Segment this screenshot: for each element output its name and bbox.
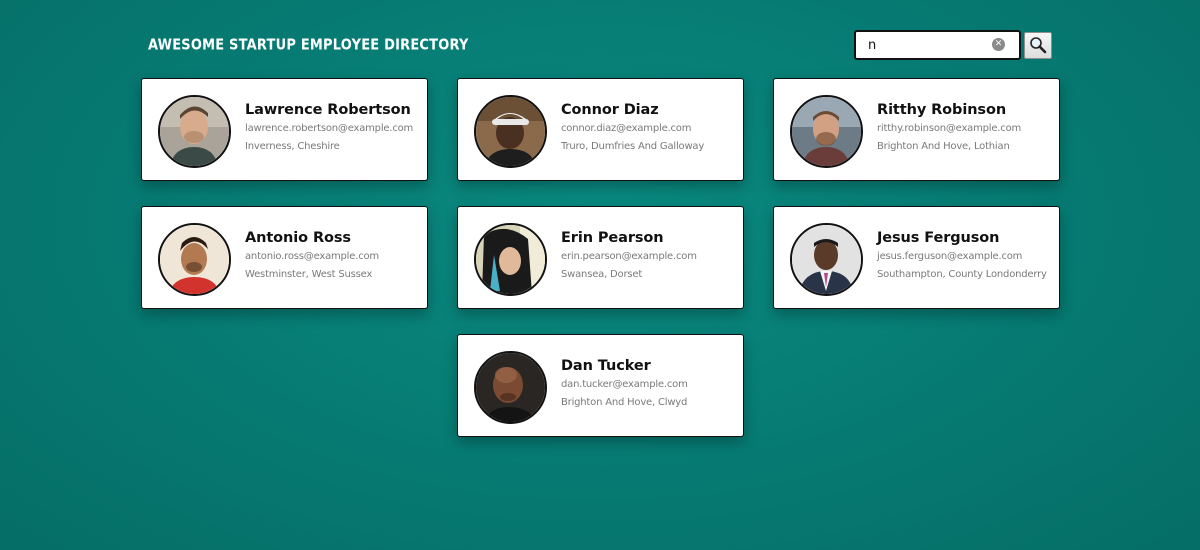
search-button[interactable] xyxy=(1024,31,1052,59)
employee-card[interactable]: Dan Tucker dan.tucker@example.com Bright… xyxy=(457,334,744,437)
employee-email: jesus.ferguson@example.com xyxy=(877,251,1023,262)
employee-card[interactable]: Lawrence Robertson lawrence.robertson@ex… xyxy=(141,78,428,181)
clear-icon[interactable]: ✕ xyxy=(992,38,1005,51)
avatar xyxy=(474,95,547,168)
employee-name: Ritthy Robinson xyxy=(877,102,1007,118)
employee-location: Brighton And Hove, Clwyd xyxy=(561,397,688,408)
magnifier-icon xyxy=(1030,37,1047,54)
employee-name: Lawrence Robertson xyxy=(245,102,411,118)
employee-email: erin.pearson@example.com xyxy=(561,251,697,262)
employee-name: Dan Tucker xyxy=(561,358,651,374)
employee-name: Connor Diaz xyxy=(561,102,659,118)
employee-location: Inverness, Cheshire xyxy=(245,141,340,152)
employee-card[interactable]: Erin Pearson erin.pearson@example.com Sw… xyxy=(457,206,744,309)
page-title: Awesome Startup Employee Directory xyxy=(148,37,469,55)
search-bar: ✕ xyxy=(854,30,1052,60)
employee-card[interactable]: Antonio Ross antonio.ross@example.com We… xyxy=(141,206,428,309)
avatar xyxy=(790,95,863,168)
employee-email: ritthy.robinson@example.com xyxy=(877,123,1022,134)
employee-email: lawrence.robertson@example.com xyxy=(245,123,414,134)
avatar xyxy=(474,351,547,424)
employee-card[interactable]: Jesus Ferguson jesus.ferguson@example.co… xyxy=(773,206,1060,309)
avatar xyxy=(474,223,547,296)
employee-location: Swansea, Dorset xyxy=(561,269,643,280)
employee-name: Erin Pearson xyxy=(561,230,664,246)
employee-email: antonio.ross@example.com xyxy=(245,251,379,262)
avatar xyxy=(790,223,863,296)
employee-email: connor.diaz@example.com xyxy=(561,123,692,134)
employee-location: Truro, Dumfries And Galloway xyxy=(561,141,705,152)
employee-location: Brighton And Hove, Lothian xyxy=(877,141,1010,152)
avatar xyxy=(158,95,231,168)
employee-card[interactable]: Connor Diaz connor.diaz@example.com Trur… xyxy=(457,78,744,181)
employee-card[interactable]: Ritthy Robinson ritthy.robinson@example.… xyxy=(773,78,1060,181)
employee-location: Westminster, West Sussex xyxy=(245,269,373,280)
employee-email: dan.tucker@example.com xyxy=(561,379,688,390)
employee-name: Antonio Ross xyxy=(245,230,351,246)
employee-location: Southampton, County Londonderry xyxy=(877,269,1047,280)
employee-name: Jesus Ferguson xyxy=(877,230,1000,246)
avatar xyxy=(158,223,231,296)
